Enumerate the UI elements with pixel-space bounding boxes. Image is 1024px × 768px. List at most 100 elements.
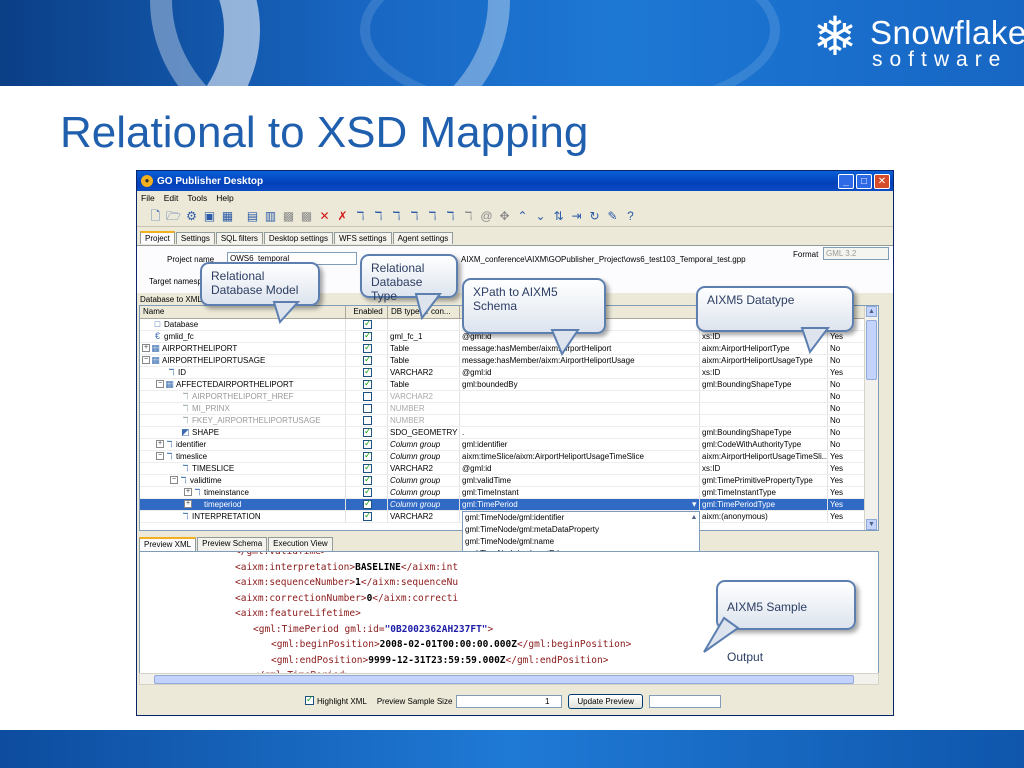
datatype-cell[interactable]: xs:ID [700,463,828,474]
db-type-cell[interactable]: VARCHAR2 [388,391,460,402]
row-name-cell[interactable]: + ℸ timeperiod [140,499,346,510]
xpath-cell[interactable]: gml:TimeInstant [460,487,700,498]
enabled-checkbox[interactable] [363,355,372,365]
save-all-icon[interactable]: ▦ [219,207,236,225]
table-disabled-icon[interactable]: ▩ [298,207,315,225]
dropdown-option[interactable]: gml:TimeNode/gml:identifier [463,512,699,524]
xpath-cell[interactable]: . [460,427,700,438]
xpath-cell[interactable] [460,391,700,402]
dropdown-scroll-icon[interactable]: ▲ [689,512,699,524]
column-link-icon[interactable]: ℸ [406,207,423,225]
datatype-cell[interactable]: xs:ID [700,367,828,378]
enabled-checkbox[interactable] [363,379,372,389]
table-row[interactable]: −▦AFFECTEDAIRPORTHELIPORT Tablegml:bounde… [140,379,878,391]
db-type-cell[interactable]: VARCHAR2 [388,511,460,522]
row-name-cell[interactable]: − ▦ AIRPORTHELIPORTUSAGE [140,355,346,366]
row-name-cell[interactable]: ℸ FKEY_AIRPORTHELIPORTUSAGE [140,415,346,426]
column-add-icon[interactable]: ℸ [370,207,387,225]
format-select[interactable]: GML 3.2 [823,247,889,260]
db-type-cell[interactable]: Column group [388,499,460,510]
expand-icon[interactable]: + [184,488,192,497]
expand-icon[interactable]: + [184,500,192,509]
update-preview-button[interactable]: Update Preview [568,693,643,709]
sort-icon[interactable]: ⇅ [550,207,567,225]
scroll-up-icon[interactable]: ▲ [866,306,877,317]
row-name-cell[interactable]: ℸ AIRPORTHELIPORT_HREF [140,391,346,402]
xpath-cell[interactable]: @gml:id [460,463,700,474]
table-row[interactable]: ◩SHAPE SDO_GEOMETRY.gml:BoundingShapeType… [140,427,878,439]
table-row[interactable]: +▦AIRPORTHELIPORTTablemessage:hasMember/… [140,343,878,355]
menu-tools[interactable]: Tools [187,193,207,203]
column-icon[interactable]: ℸ [424,207,441,225]
datatype-cell[interactable]: gml:TimePrimitivePropertyType [700,475,828,486]
column-edit-icon[interactable]: ℸ [442,207,459,225]
enabled-checkbox[interactable] [363,331,372,341]
datatype-cell[interactable]: gml:CodeWithAuthorityType [700,439,828,450]
datatype-cell[interactable]: gml:TimeInstantType [700,487,828,498]
table-row[interactable]: ℸIDVARCHAR2@gml:idxs:IDYes [140,367,878,379]
cross-arrows-icon[interactable]: ✥ [496,207,513,225]
xpath-cell[interactable]: @gml:id [460,367,700,378]
db-type-cell[interactable]: SDO_GEOMETRY [388,427,460,438]
datatype-cell[interactable]: gml:TimePeriodType [700,499,828,510]
refresh-icon[interactable]: ↻ [586,207,603,225]
highlight-xml-checkbox[interactable] [305,694,314,705]
datatype-cell[interactable]: gml:BoundingShapeType [700,379,828,390]
row-name-cell[interactable]: − ℸ validtime [140,475,346,486]
xpath-cell[interactable]: gml:validTime [460,475,700,486]
tab-preview-xml[interactable]: Preview XML [139,537,197,551]
xml-horizontal-scrollbar[interactable] [139,673,879,685]
dropdown-arrow-icon[interactable]: ▾ [692,499,697,510]
datatype-cell[interactable]: aixm:AirportHeliportUsageType [700,355,828,366]
collapse-icon[interactable]: − [170,476,178,485]
xpath-cell[interactable] [460,415,700,426]
minimize-button[interactable]: _ [838,173,854,189]
enabled-checkbox[interactable] [363,403,372,413]
column-disabled-icon[interactable]: ℸ [460,207,477,225]
down-arrow-icon[interactable]: ⌄ [532,207,549,225]
tab-execution-view[interactable]: Execution View [268,537,333,551]
collapse-icon[interactable]: − [156,452,164,461]
expand-icon[interactable]: + [156,440,164,449]
xpath-cell[interactable]: gml:identifier [460,439,700,450]
at-icon[interactable]: @ [478,207,495,225]
tab-desktop-settings[interactable]: Desktop settings [263,232,333,244]
preview-sample-size-input[interactable]: 1 [456,694,563,708]
enabled-checkbox[interactable] [363,391,372,401]
row-name-cell[interactable]: + ℸ timeinstance [140,487,346,498]
open-folder-icon[interactable]: 🗁 [165,207,182,225]
db-type-cell[interactable]: Column group [388,439,460,450]
window-titlebar[interactable]: ● GO Publisher Desktop _ □ ✕ [137,171,893,191]
table-row[interactable]: ℸ MI_PRINX NUMBER No [140,403,878,415]
tool-icon[interactable]: ✎ [604,207,621,225]
row-name-cell[interactable]: ℸ MI_PRINX [140,403,346,414]
db-type-cell[interactable]: Table [388,379,460,390]
enabled-checkbox[interactable] [363,463,372,473]
enabled-checkbox[interactable] [363,319,372,329]
datatype-cell[interactable]: aixm:(anonymous) [700,511,828,522]
table-row[interactable]: ℸ AIRPORTHELIPORT_HREF VARCHAR2 No [140,391,878,403]
db-type-cell[interactable]: gml_fc_1 [388,331,460,342]
close-button[interactable]: ✕ [874,173,890,189]
enabled-checkbox[interactable] [363,427,372,437]
db-type-cell[interactable]: VARCHAR2 [388,463,460,474]
menu-edit[interactable]: Edit [164,193,179,203]
table-icon[interactable]: ▥ [262,207,279,225]
dropdown-option[interactable]: gml:TimeNode/gml:name [463,536,699,548]
maximize-button[interactable]: □ [856,173,872,189]
db-type-cell[interactable]: Column group [388,487,460,498]
datatype-cell[interactable] [700,415,828,426]
row-name-cell[interactable]: € gmlid_fc [140,331,346,342]
db-type-cell[interactable]: Table [388,355,460,366]
table-row[interactable]: +ℸidentifier Column groupgml:identifiergm… [140,439,878,451]
scrollbar-thumb[interactable] [866,320,877,380]
datatype-cell[interactable] [700,403,828,414]
tab-settings[interactable]: Settings [175,232,215,244]
table-row[interactable]: ℸ FKEY_AIRPORTHELIPORTUSAGE NUMBER No [140,415,878,427]
scroll-down-icon[interactable]: ▼ [866,519,877,530]
table-vertical-scrollbar[interactable]: ▲ ▼ [864,306,878,530]
dropdown-option[interactable]: gml:TimeNode/gml:metaDataProperty [463,524,699,536]
db-type-cell[interactable]: VARCHAR2 [388,367,460,378]
enabled-checkbox[interactable] [363,439,372,449]
expand-icon[interactable]: + [142,344,150,353]
